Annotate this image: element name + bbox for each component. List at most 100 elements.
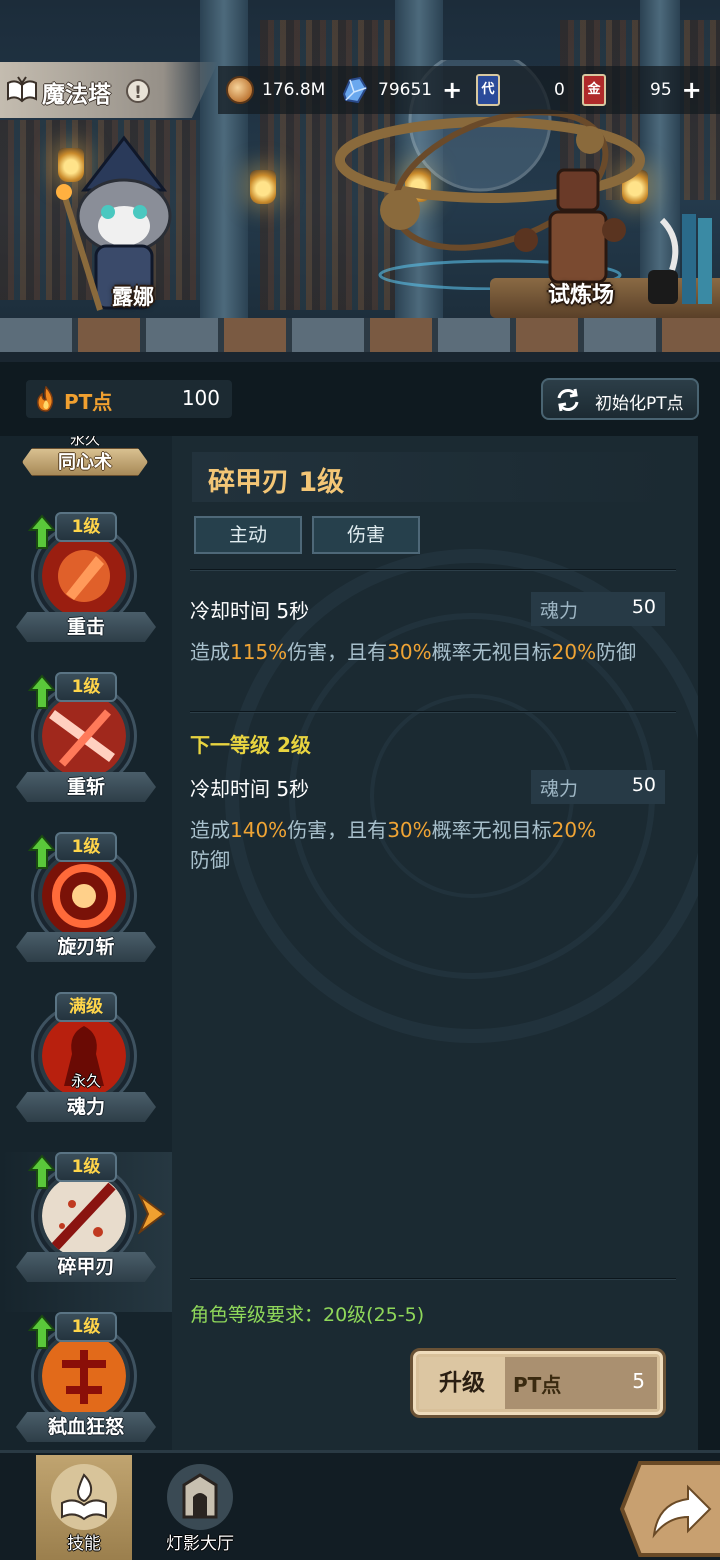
skill-level-badge: 1级 [55, 512, 117, 542]
crystal-icon [342, 76, 368, 104]
upgrade-arrow-icon [28, 1314, 56, 1349]
desc-text: 造成 [190, 640, 230, 664]
skill-name: 重斩 [66, 776, 105, 798]
upgrade-cost-value: 5 [632, 1369, 645, 1393]
upgrade-arrow-icon [28, 834, 56, 869]
lantern-hall-icon [167, 1464, 233, 1530]
desc-text: 防御 [190, 848, 230, 872]
nav-skills[interactable]: 技能 [36, 1455, 132, 1560]
skill-name: 魂力 [66, 1096, 105, 1118]
nav-lantern-hall[interactable]: 灯影大厅 [152, 1455, 248, 1560]
skill-title-bar: 碎甲刃 1级 [192, 452, 678, 502]
skill-item-hunli[interactable]: 满级 永久 魂力 [0, 992, 172, 1152]
page-title: 魔法塔 [42, 82, 111, 108]
divider [190, 569, 676, 571]
gold-coin-icon [226, 76, 254, 104]
skill-level-badge: 1级 [55, 672, 117, 702]
desc-text: 概率无视目标 [431, 818, 552, 842]
skill-nameplate: 重斩 [16, 772, 156, 802]
upgrade-cost-box: PT点 5 [505, 1357, 657, 1409]
books-quill-icon [648, 214, 712, 304]
pt-points-display: PT点 100 [26, 380, 232, 418]
upgrade-arrow-icon [28, 674, 56, 709]
cost-value: 50 [631, 774, 656, 796]
desc-text: 防御 [596, 640, 637, 664]
blue-card-value: 0 [554, 80, 565, 100]
skill-name: 旋刃斩 [57, 936, 115, 958]
skill-list: 永久 同心术 1级 重击 1级 重斩 1级 旋刃斩 满级 永久 魂力 1级 碎甲… [0, 436, 172, 1450]
cost-label: 魂力 [540, 600, 579, 622]
divider [190, 711, 676, 713]
upgrade-arrow-icon [28, 1154, 56, 1189]
current-cooldown: 冷却时间 5秒 [190, 599, 310, 623]
skill-tab-tongxin[interactable]: 永久 同心术 [14, 436, 156, 478]
upgrade-label: 升级 [439, 1370, 485, 1396]
nav-skills-label: 技能 [67, 1534, 101, 1554]
current-cost: 魂力 50 [531, 592, 665, 626]
blue-card-resource: 代 0 [476, 66, 565, 114]
desc-highlight: 30% [387, 818, 432, 842]
desc-highlight: 20% [551, 640, 597, 664]
crystal-value: 79651 [378, 80, 433, 100]
skill-item-xuanrenzhan[interactable]: 1级 旋刃斩 [0, 832, 172, 992]
skill-item-zhongji[interactable]: 1级 重击 [0, 512, 172, 672]
skill-level-badge: 满级 [55, 992, 117, 1022]
skill-nameplate: 魂力 [16, 1092, 156, 1122]
reset-pt-button[interactable]: 初始化PT点 [541, 378, 699, 420]
skill-level-badge: 1级 [55, 1152, 117, 1182]
permanent-label: 永久 [69, 436, 100, 448]
next-cost: 魂力 50 [531, 770, 665, 804]
tag-damage: 伤害 [312, 516, 420, 554]
skill-title: 碎甲刃 1级 [208, 467, 345, 498]
upgrade-cost-label: PT点 [513, 1373, 562, 1397]
cost-value: 50 [631, 596, 656, 618]
desc-highlight: 140% [230, 818, 288, 842]
flame-icon [37, 386, 54, 412]
reset-pt-label: 初始化PT点 [595, 394, 684, 414]
skill-level-badge: 1级 [55, 832, 117, 862]
desc-text: 伤害，且有 [287, 818, 388, 842]
add-crystal-button[interactable]: + [442, 76, 462, 104]
divider [190, 1278, 676, 1280]
blue-card-icon: 代 [476, 74, 500, 106]
scene-floor-edge [0, 352, 720, 362]
upgrade-button[interactable]: 升级 PT点 5 [410, 1348, 666, 1418]
title-plate: 魔法塔 ! [0, 62, 218, 118]
skill-name: 碎甲刃 [57, 1256, 115, 1278]
gold-value: 176.8M [262, 80, 326, 100]
top-bar: 魔法塔 ! 176.8M 79651 + 代 0 金 95 + [0, 62, 720, 118]
skill-item-suijiaren[interactable]: 1级 碎甲刃 [0, 1152, 172, 1312]
training-ground-label[interactable]: 试炼场 [548, 277, 614, 309]
training-dummy-icon [514, 168, 626, 284]
skill-nameplate: 碎甲刃 [16, 1252, 156, 1282]
upgrade-label-box: 升级 [419, 1357, 505, 1409]
add-red-card-button[interactable]: + [682, 76, 702, 104]
selected-chevron-icon [138, 1194, 166, 1234]
pt-label: PT点 [64, 390, 113, 414]
permanent-label: 永久 [70, 1072, 101, 1090]
pt-value: 100 [181, 386, 220, 410]
desc-highlight: 115% [230, 640, 288, 664]
next-cooldown: 冷却时间 5秒 [190, 777, 310, 801]
skill-nameplate: 旋刃斩 [16, 932, 156, 962]
next-level-header: 下一等级 2级 [190, 733, 311, 757]
desc-highlight: 20% [551, 818, 597, 842]
info-icon[interactable]: ! [126, 79, 150, 103]
skill-item-shixuekuangnu[interactable]: 1级 弑血狂怒 [0, 1312, 172, 1450]
desc-text: 伤害，且有 [287, 640, 388, 664]
nav-lantern-hall-label: 灯影大厅 [166, 1534, 234, 1554]
upgrade-arrow-icon [28, 514, 56, 549]
cost-label: 魂力 [540, 778, 579, 800]
skill-nameplate: 弑血狂怒 [16, 1412, 156, 1442]
desc-highlight: 30% [387, 640, 432, 664]
crystal-resource: 79651 + [340, 66, 462, 114]
character-name-label: 露娜 [112, 285, 154, 309]
gold-resource[interactable]: 176.8M [226, 66, 325, 114]
scene-background: 露娜 试炼场 [0, 0, 720, 362]
skill-name: 弑血狂怒 [47, 1416, 124, 1438]
go-arrow-button[interactable] [618, 1459, 720, 1559]
red-card-resource: 金 95 + [582, 66, 702, 114]
red-card-icon: 金 [582, 74, 606, 106]
resource-bar: 176.8M 79651 + 代 0 金 95 + [218, 66, 720, 114]
skill-item-zhongzhan[interactable]: 1级 重斩 [0, 672, 172, 832]
